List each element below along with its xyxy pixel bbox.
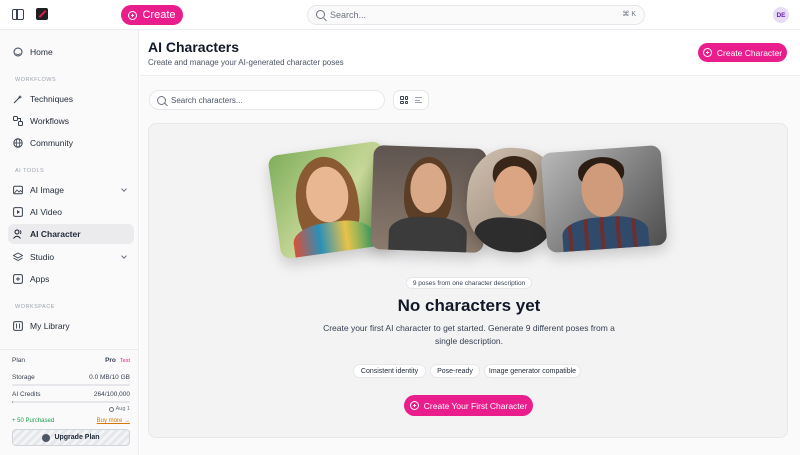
sidebar-item-label: AI Image bbox=[30, 185, 65, 195]
credits-row: AI Credits 264/100,000 bbox=[12, 391, 130, 398]
purchased-credits: + 50 Purchased bbox=[12, 418, 55, 424]
sidebar-item-label: AI Character bbox=[30, 229, 81, 239]
sidebar-toggle-icon[interactable] bbox=[12, 9, 24, 20]
main-content: AI Characters Create and manage your AI-… bbox=[140, 30, 800, 455]
clock-icon bbox=[108, 407, 114, 412]
feature-tag-consistent-identity: Consistent identity bbox=[353, 364, 426, 378]
search-shortcut-hint: ⌘ K bbox=[622, 11, 636, 18]
plan-row: Plan Pro Test bbox=[12, 357, 130, 364]
app-logo[interactable] bbox=[36, 8, 48, 20]
create-character-button[interactable]: Create Character bbox=[698, 43, 787, 62]
sidebar-item-label: Workflows bbox=[30, 116, 70, 126]
section-label-workflows: WORKFLOWS bbox=[15, 77, 57, 83]
users-icon bbox=[13, 229, 23, 239]
layers-icon bbox=[13, 252, 23, 262]
list-view-icon[interactable] bbox=[415, 97, 422, 103]
home-icon bbox=[13, 47, 23, 57]
section-label-ai-tools: AI TOOLS bbox=[15, 168, 45, 174]
sidebar-item-label: Apps bbox=[30, 274, 50, 284]
view-toggle bbox=[393, 90, 429, 110]
plus-circle-icon bbox=[128, 10, 138, 20]
global-search-input[interactable]: Search... ⌘ K bbox=[307, 5, 645, 25]
section-label-workspace: WORKSPACE bbox=[15, 304, 55, 310]
plan-value: Pro bbox=[105, 357, 116, 364]
plan-test-badge: Test bbox=[119, 358, 130, 364]
storage-progress-bar bbox=[12, 384, 130, 386]
upgrade-plan-button[interactable]: Upgrade Plan bbox=[12, 429, 130, 446]
create-first-character-label: Create Your First Character bbox=[423, 400, 528, 411]
renew-row: Aug 1 bbox=[12, 406, 130, 412]
sidebar-item-home[interactable]: Home bbox=[8, 42, 134, 62]
page-header: AI Characters Create and manage your AI-… bbox=[140, 30, 800, 76]
create-button[interactable]: Create bbox=[121, 5, 183, 25]
sidebar-item-label: AI Video bbox=[30, 207, 62, 217]
library-icon bbox=[13, 321, 23, 331]
sidebar-item-label: Techniques bbox=[30, 94, 74, 104]
storage-label: Storage bbox=[12, 374, 35, 381]
empty-state-description: Create your first AI character to get st… bbox=[323, 323, 615, 346]
character-search-input[interactable]: Search characters... bbox=[149, 90, 385, 110]
renew-date: Aug 1 bbox=[115, 406, 130, 412]
sidebar-item-ai-character[interactable]: AI Character bbox=[8, 224, 134, 244]
sidebar-item-workflows[interactable]: Workflows bbox=[8, 111, 134, 131]
feature-tag-pose-ready: Pose-ready bbox=[430, 364, 480, 378]
buy-more-link[interactable]: Buy more → bbox=[97, 418, 130, 424]
sidebar: Home WORKFLOWS Techniques Workflows Comm… bbox=[0, 30, 139, 455]
sidebar-item-label: Community bbox=[30, 138, 73, 148]
empty-state-title: No characters yet bbox=[397, 296, 541, 315]
sidebar-item-my-library[interactable]: My Library bbox=[8, 316, 134, 336]
search-icon bbox=[316, 10, 325, 19]
create-first-character-button[interactable]: Create Your First Character bbox=[404, 395, 533, 416]
top-bar: Create Search... ⌘ K DE bbox=[0, 0, 800, 30]
plus-circle-icon bbox=[409, 401, 419, 410]
chevron-down-icon bbox=[121, 253, 127, 259]
credits-progress-bar bbox=[12, 401, 130, 403]
create-button-label: Create bbox=[142, 9, 176, 21]
search-icon bbox=[157, 95, 166, 105]
grid-view-icon[interactable] bbox=[400, 96, 408, 104]
upgrade-icon bbox=[42, 433, 51, 442]
sidebar-item-ai-video[interactable]: AI Video bbox=[8, 202, 134, 222]
plan-label: Plan bbox=[12, 357, 26, 364]
sidebar-item-studio[interactable]: Studio bbox=[8, 247, 134, 267]
global-search-placeholder: Search... bbox=[330, 10, 367, 20]
storage-value: 0.0 MB/10 GB bbox=[89, 374, 130, 381]
user-avatar[interactable]: DE bbox=[773, 7, 789, 23]
character-search-placeholder: Search characters... bbox=[171, 96, 243, 105]
sidebar-item-label: My Library bbox=[30, 321, 70, 331]
plan-tier: Pro Test bbox=[105, 357, 130, 364]
sidebar-item-community[interactable]: Community bbox=[8, 133, 134, 153]
plan-panel: Plan Pro Test Storage 0.0 MB/10 GB AI Cre… bbox=[0, 349, 139, 455]
page-subtitle: Create and manage your AI-generated char… bbox=[148, 58, 344, 67]
sidebar-item-techniques[interactable]: Techniques bbox=[8, 89, 134, 109]
chevron-down-icon bbox=[121, 186, 127, 192]
sidebar-item-label: Home bbox=[30, 47, 53, 57]
video-icon bbox=[13, 207, 23, 217]
empty-state-panel: 9 poses from one character description N… bbox=[148, 123, 788, 438]
upgrade-label: Upgrade Plan bbox=[54, 434, 100, 441]
apps-icon bbox=[13, 274, 23, 284]
poses-info-pill: 9 poses from one character description bbox=[406, 277, 532, 289]
feature-tag-image-generator: Image generator compatible bbox=[484, 364, 581, 378]
image-icon bbox=[13, 185, 23, 195]
storage-row: Storage 0.0 MB/10 GB bbox=[12, 374, 130, 381]
wand-icon bbox=[13, 94, 23, 104]
credits-value: 264/100,000 bbox=[93, 391, 130, 398]
sidebar-item-label: Studio bbox=[30, 252, 55, 262]
plus-circle-icon bbox=[702, 48, 712, 57]
workflow-icon bbox=[13, 116, 23, 126]
globe-icon bbox=[13, 138, 23, 148]
sidebar-item-ai-image[interactable]: AI Image bbox=[8, 180, 134, 200]
character-photo-man-bearded bbox=[540, 144, 668, 254]
page-title: AI Characters bbox=[148, 39, 240, 55]
create-character-label: Create Character bbox=[716, 47, 783, 58]
purchase-row: + 50 Purchased Buy more → bbox=[12, 418, 130, 424]
credits-label: AI Credits bbox=[12, 391, 41, 398]
sidebar-item-apps[interactable]: Apps bbox=[8, 269, 134, 289]
